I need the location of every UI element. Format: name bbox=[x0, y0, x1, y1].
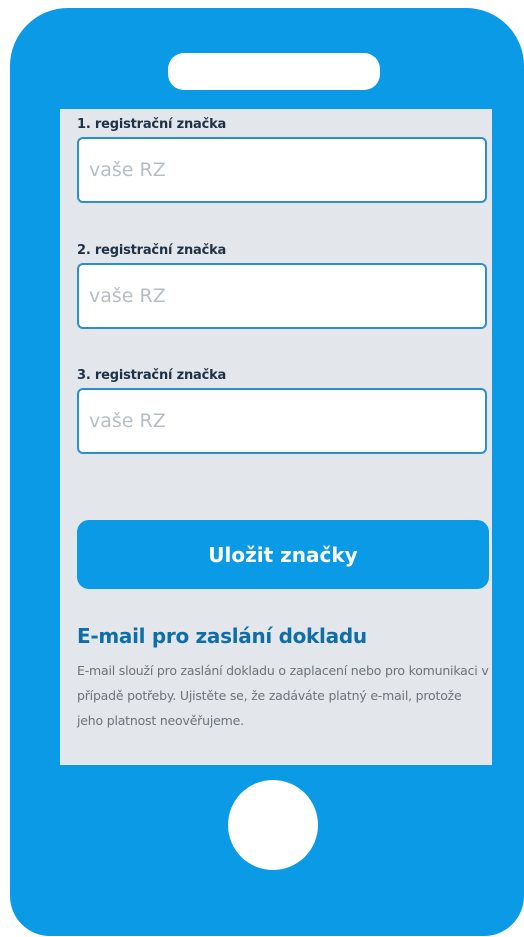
save-plates-button[interactable]: Uložit značky bbox=[77, 520, 489, 589]
plate-field-1: 1. registrační značka bbox=[77, 109, 487, 203]
plate-field-2: 2. registrační značka bbox=[77, 235, 487, 329]
phone-speaker bbox=[168, 53, 380, 90]
phone-screen: 1. registrační značka 2. registrační zna… bbox=[60, 109, 492, 765]
plate-field-3-input[interactable] bbox=[77, 388, 487, 454]
phone-home-button[interactable] bbox=[228, 780, 318, 870]
email-section-heading: E-mail pro zaslání dokladu bbox=[77, 624, 367, 648]
plate-field-2-input[interactable] bbox=[77, 263, 487, 329]
plate-field-1-label: 1. registrační značka bbox=[77, 117, 227, 132]
email-section-description: E-mail slouží pro zaslání dokladu o zapl… bbox=[77, 663, 489, 728]
plate-field-1-input[interactable] bbox=[77, 137, 487, 203]
plate-field-3: 3. registrační značka bbox=[77, 360, 487, 454]
plate-field-3-label: 3. registrační značka bbox=[77, 368, 227, 383]
phone-frame: 1. registrační značka 2. registrační zna… bbox=[10, 8, 524, 936]
plate-field-2-label: 2. registrační značka bbox=[77, 243, 227, 258]
